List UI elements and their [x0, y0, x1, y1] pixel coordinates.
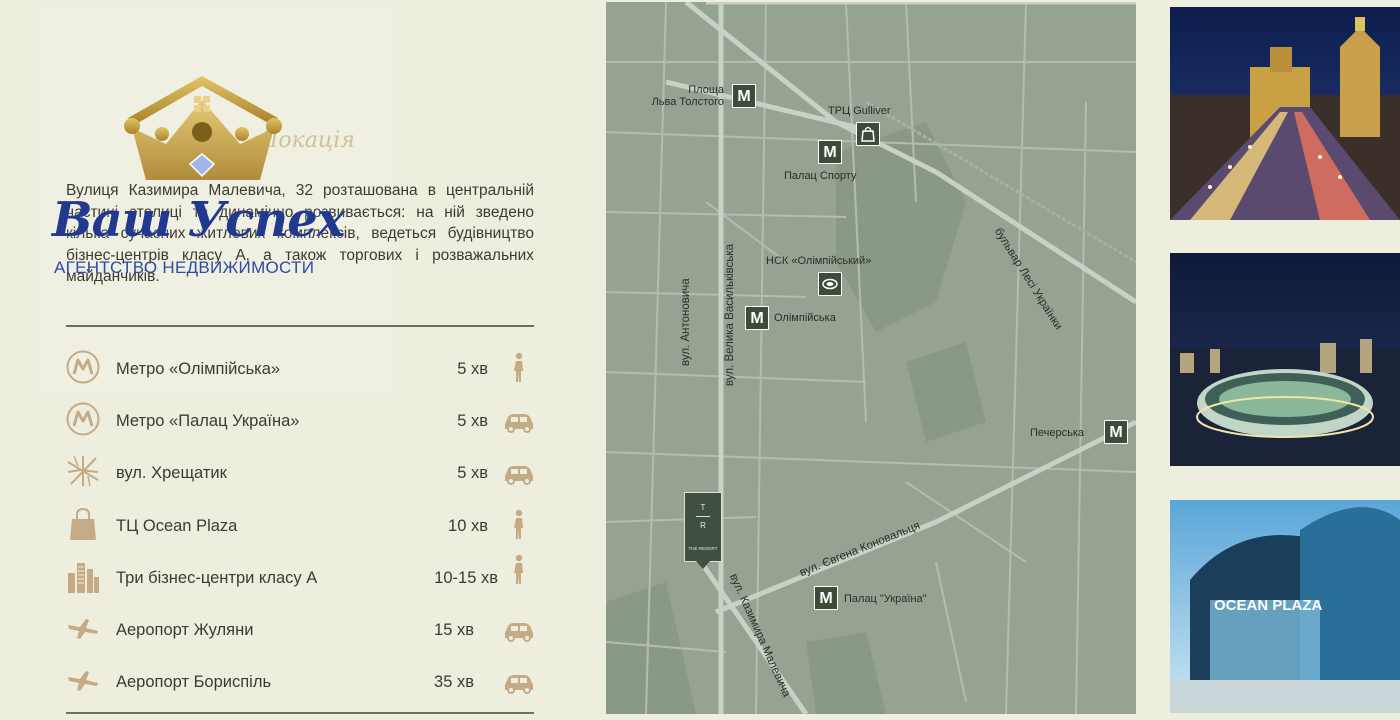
- shopping-bag-icon: [861, 126, 875, 142]
- car-icon: [505, 675, 533, 695]
- distance-list: Метро «Олімпійська» 5 хв Метро «Палац Ук…: [66, 340, 536, 705]
- distance-label: Метро «Олімпійська»: [116, 360, 281, 378]
- property-location-pin[interactable]: T R THE RESORT: [684, 492, 722, 562]
- car-icon: [505, 622, 533, 642]
- car-icon: [505, 414, 533, 434]
- metro-marker-palats-ukraina[interactable]: M: [814, 586, 838, 610]
- plane-icon: [68, 671, 98, 692]
- walk-icon: [514, 352, 523, 382]
- crown-logo-icon: [124, 76, 282, 180]
- distance-time: 15 хв: [434, 620, 474, 639]
- khreshchatyk-night-photo[interactable]: [1170, 7, 1400, 220]
- metro-marker-pecherska[interactable]: M: [1104, 420, 1128, 444]
- olympic-stadium-night-photo[interactable]: [1170, 253, 1400, 466]
- walk-icon: [514, 509, 523, 539]
- distance-row-metro-olimpiiska: Метро «Олімпійська» 5 хв: [66, 340, 536, 392]
- pin-divider: [696, 516, 710, 517]
- list-bottom-divider: [66, 712, 534, 714]
- stadium-marker-olimpiiskyi[interactable]: [818, 272, 842, 296]
- distance-row-boryspil-airport: Аеропорт Бориспіль 35 хв: [66, 653, 536, 705]
- photo-image: [1170, 253, 1400, 466]
- crossroads-icon: [67, 456, 99, 487]
- poi-label-olimpiiskyi: НСК «Олімпійський»: [766, 255, 872, 267]
- location-info-panel: Локація Вулиця Казимира Малевича, 32 роз…: [0, 0, 560, 720]
- ocean-plaza-photo[interactable]: OCEAN PLAZA: [1170, 500, 1400, 713]
- distance-label: Три бізнес-центри класу А: [116, 568, 318, 587]
- metro-icon: [66, 402, 100, 436]
- agency-subtitle: АГЕНТСТВО НЕДВИЖИМОСТИ: [54, 258, 315, 277]
- photo-image: OCEAN PLAZA: [1170, 500, 1400, 713]
- walk-icon: [514, 554, 523, 584]
- street-label-velyka-vasylkivska: вул. Велика Васильківська: [724, 243, 736, 386]
- distance-time: 5 хв: [457, 360, 488, 378]
- pin-caption: THE RESORT: [688, 546, 718, 551]
- pin-letter-bottom: R: [700, 521, 706, 530]
- station-label-olimpiiska: Олімпійська: [774, 312, 836, 324]
- metro-marker-lva-tolstoho[interactable]: M: [732, 84, 756, 108]
- distance-row-ocean-plaza: ТЦ Ocean Plaza 10 хв: [66, 497, 536, 549]
- mall-marker-gulliver[interactable]: [856, 122, 880, 146]
- distance-label: Аеропорт Бориспіль: [116, 673, 272, 692]
- station-label-lva-tolstoho: Площа Льва Толстого: [638, 84, 724, 108]
- distance-label: Метро «Палац Україна»: [116, 412, 300, 431]
- intro-divider: [66, 325, 534, 327]
- distance-time: 5 хв: [457, 412, 488, 431]
- pin-pointer: [696, 561, 710, 569]
- ocean-plaza-sign: OCEAN PLAZA: [1214, 597, 1323, 614]
- poi-label-gulliver: ТРЦ Gulliver: [828, 105, 891, 117]
- street-label-antonovycha: вул. Антоновича: [680, 278, 692, 366]
- distance-label: ТЦ Ocean Plaza: [116, 516, 238, 535]
- distance-row-metro-palats-ukraina: Метро «Палац Україна» 5 хв: [66, 392, 536, 444]
- distance-row-khreshchatyk: вул. Хрещатик 5 хв: [66, 444, 536, 496]
- metro-marker-palats-sportu[interactable]: M: [818, 140, 842, 164]
- station-label-palats-ukraina: Палац "Україна": [844, 593, 927, 605]
- skyscrapers-icon: [68, 562, 99, 593]
- photo-image: [1170, 7, 1400, 220]
- station-label-palats-sportu: Палац Спорту: [784, 170, 857, 182]
- station-label-line2: Льва Толстого: [651, 96, 724, 108]
- distance-time: 10-15 хв: [434, 568, 498, 587]
- station-label-pecherska: Печерська: [1030, 427, 1085, 439]
- distance-time: 5 хв: [457, 464, 488, 483]
- metro-marker-olimpiiska[interactable]: M: [745, 306, 769, 330]
- distance-label: вул. Хрещатик: [116, 464, 227, 483]
- metro-icon: [66, 350, 100, 384]
- agency-name: Ваш Успех: [52, 192, 345, 248]
- distance-row-zhuliany-airport: Аеропорт Жуляни 15 хв: [66, 601, 536, 653]
- shopping-bag-icon: [70, 507, 96, 540]
- pin-letter-top: T: [700, 503, 706, 512]
- car-icon: [505, 466, 533, 486]
- plane-icon: [68, 618, 98, 639]
- distance-time: 35 хв: [434, 673, 474, 692]
- distance-row-business-centers: Три бізнес-центри класу А 10-15 хв: [66, 549, 536, 601]
- station-label-line1: Площа: [688, 84, 724, 96]
- distance-time: 10 хв: [448, 516, 488, 535]
- distance-label: Аеропорт Жуляни: [116, 620, 254, 639]
- stadium-icon: [822, 278, 838, 290]
- location-map[interactable]: M Площа Льва Толстого M Палац Спорту M О…: [606, 2, 1136, 714]
